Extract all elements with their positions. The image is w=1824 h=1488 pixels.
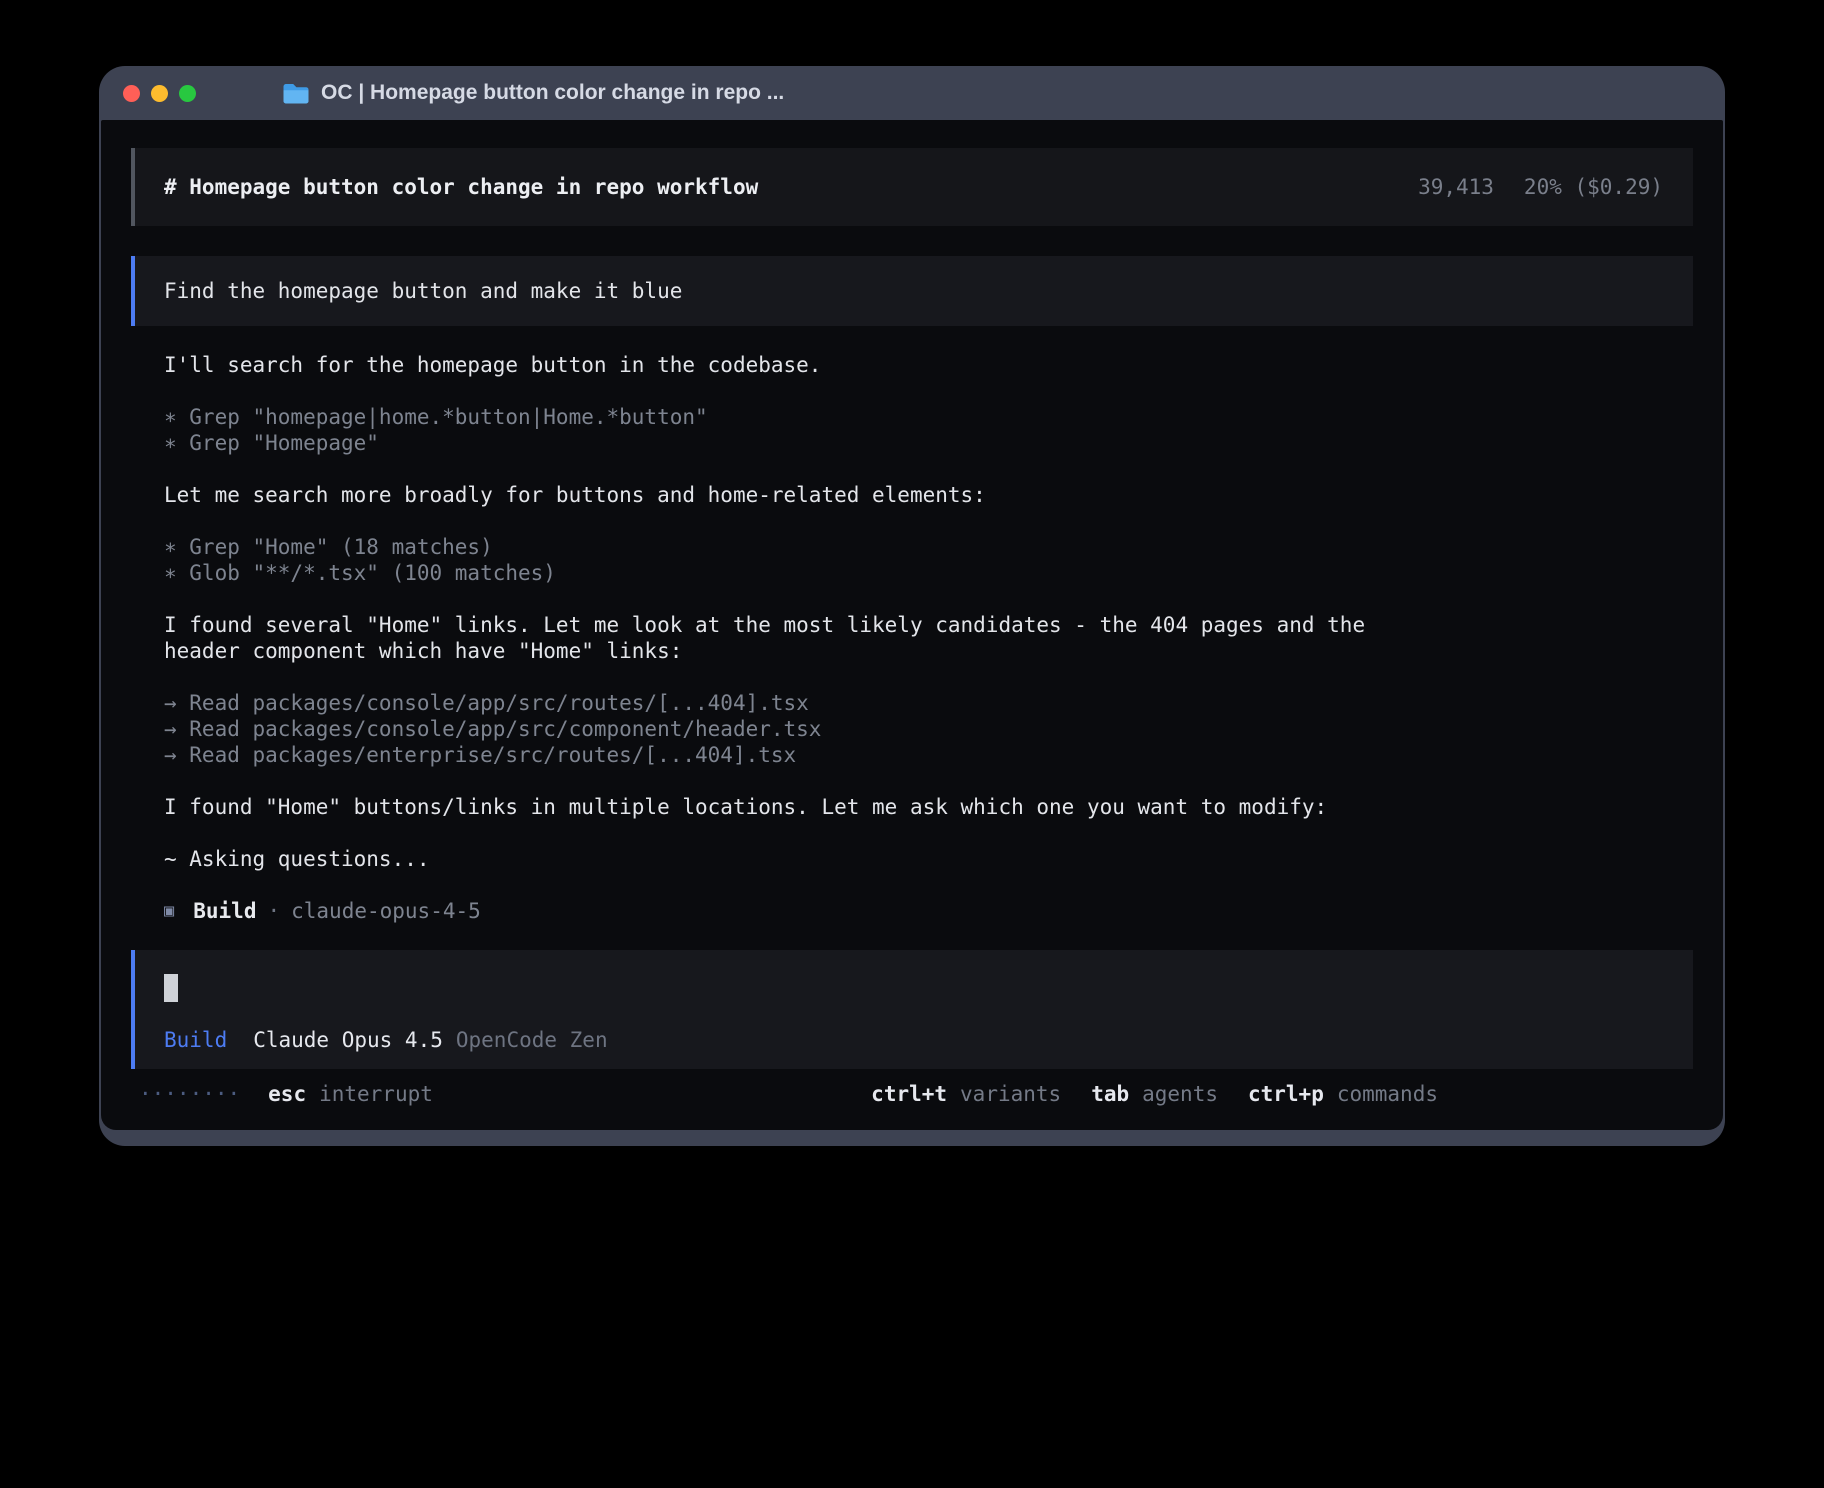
close-window-button[interactable] [123, 85, 140, 102]
tool-call-group: ∗ Grep "Home" (18 matches) ∗ Glob "**/*.… [164, 534, 1693, 586]
prompt-input[interactable]: Build Claude Opus 4.5 OpenCode Zen [131, 950, 1693, 1069]
shortcut-key: ctrl+p [1248, 1081, 1324, 1107]
agent-separator: · [267, 898, 280, 924]
terminal-window: OC | Homepage button color change in rep… [99, 66, 1725, 1146]
tool-call-glob: ∗ Glob "**/*.tsx" (100 matches) [164, 560, 1693, 586]
text-cursor [164, 974, 178, 1002]
minimize-window-button[interactable] [151, 85, 168, 102]
token-count: 39,413 [1418, 174, 1494, 200]
window-title: OC | Homepage button color change in rep… [321, 81, 784, 105]
shortcut-key: tab [1091, 1081, 1129, 1107]
agent-model: claude-opus-4-5 [291, 898, 481, 924]
shortcut-label: commands [1337, 1081, 1438, 1107]
file-read-line: → Read packages/enterprise/src/routes/[.… [164, 742, 1693, 768]
file-read-line: → Read packages/console/app/src/routes/[… [164, 690, 1693, 716]
maximize-window-button[interactable] [179, 85, 196, 102]
tool-call-group: ∗ Grep "homepage|home.*button|Home.*butt… [164, 404, 1693, 456]
context-usage: 20% ($0.29) [1524, 174, 1663, 200]
shortcut-label: variants [960, 1081, 1061, 1107]
provider-label: OpenCode Zen [456, 1027, 608, 1053]
tool-call-grep: ∗ Grep "Home" (18 matches) [164, 534, 1693, 560]
shortcut-hint-commands: ctrl+p commands [1248, 1081, 1438, 1107]
user-message-text: Find the homepage button and make it blu… [164, 279, 682, 303]
traffic-lights [123, 85, 196, 102]
folder-icon [282, 82, 309, 104]
esc-key: esc [268, 1081, 306, 1107]
input-mode-line: Build Claude Opus 4.5 OpenCode Zen [164, 1027, 1663, 1053]
shortcut-hint-variants: ctrl+t variants [871, 1081, 1061, 1107]
agent-mode-label: Build [164, 1027, 227, 1053]
assistant-text: I found several "Home" links. Let me loo… [164, 612, 1389, 664]
desktop-background: OC | Homepage button color change in rep… [0, 0, 1824, 1488]
shortcut-key: ctrl+t [871, 1081, 947, 1107]
session-header: # Homepage button color change in repo w… [131, 148, 1693, 226]
shortcut-label: agents [1142, 1081, 1218, 1107]
user-message-block: Find the homepage button and make it blu… [131, 256, 1693, 326]
assistant-response: I'll search for the homepage button in t… [164, 352, 1693, 924]
assistant-text: Let me search more broadly for buttons a… [164, 482, 1389, 508]
esc-interrupt-hint: esc interrupt [268, 1081, 433, 1107]
model-label: Claude Opus 4.5 [253, 1027, 443, 1053]
assistant-text: I'll search for the homepage button in t… [164, 352, 1389, 378]
file-read-line: → Read packages/console/app/src/componen… [164, 716, 1693, 742]
asking-status-line: ~ Asking questions... [164, 846, 1389, 872]
spinner-dots: ········ [139, 1081, 240, 1107]
shortcut-hint-agents: tab agents [1091, 1081, 1218, 1107]
tool-call-grep: ∗ Grep "Homepage" [164, 430, 1693, 456]
window-titlebar[interactable]: OC | Homepage button color change in rep… [101, 66, 1723, 120]
window-title-group: OC | Homepage button color change in rep… [282, 81, 784, 105]
session-stats: 39,413 20% ($0.29) [1418, 174, 1663, 200]
esc-label: interrupt [319, 1081, 433, 1107]
agent-icon: ▣ [164, 898, 174, 924]
agent-name: Build [193, 898, 256, 924]
terminal-content: # Homepage button color change in repo w… [101, 120, 1723, 1130]
assistant-text: I found "Home" buttons/links in multiple… [164, 794, 1389, 820]
session-title: # Homepage button color change in repo w… [164, 174, 758, 200]
status-bar: ········ esc interrupt ctrl+t variants t… [131, 1081, 1693, 1107]
file-read-group: → Read packages/console/app/src/routes/[… [164, 690, 1693, 768]
shortcut-hints: ctrl+t variants tab agents ctrl+p comman… [871, 1081, 1438, 1107]
agent-status-line: ▣ Build · claude-opus-4-5 [164, 898, 1693, 924]
tool-call-grep: ∗ Grep "homepage|home.*button|Home.*butt… [164, 404, 1693, 430]
